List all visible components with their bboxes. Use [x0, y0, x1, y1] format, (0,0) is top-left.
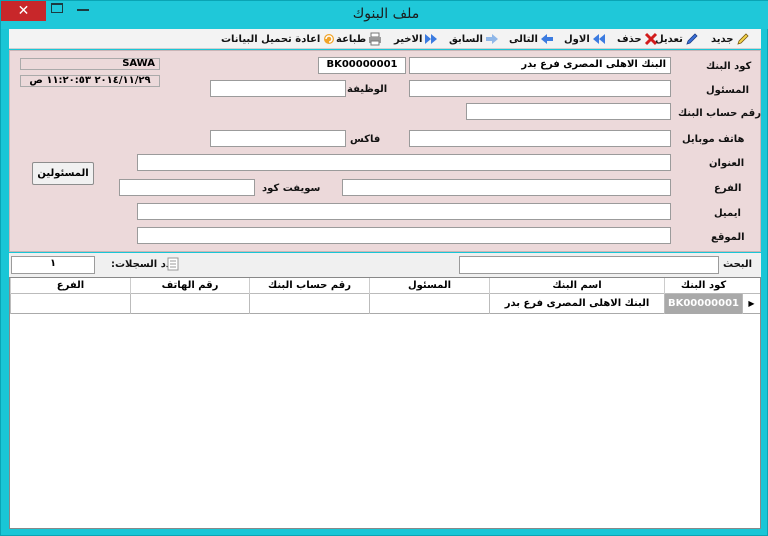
maximize-button[interactable] — [51, 3, 65, 15]
window-title: ملف البنوك — [352, 6, 420, 22]
website-label: الموقع — [711, 232, 745, 243]
next-button[interactable]: التالى — [509, 31, 554, 47]
branch-label: الفرع — [714, 183, 742, 194]
next-label: التالى — [509, 33, 538, 45]
search-bar: البحث عدد السجلات: ١ — [9, 253, 761, 277]
mobile-field[interactable] — [409, 130, 671, 147]
swift-label: سويفت كود — [262, 183, 321, 194]
account-no-field[interactable] — [466, 103, 671, 120]
manager-field[interactable] — [409, 80, 671, 97]
cell-account[interactable] — [249, 294, 369, 314]
first-label: الاول — [564, 33, 590, 45]
pencil-icon — [736, 33, 749, 45]
user-name: SAWA — [20, 58, 160, 70]
first-arrow-icon — [592, 34, 605, 44]
column-header[interactable]: المسئول — [369, 278, 489, 294]
reload-label: اعادة تحميل البيانات — [221, 33, 321, 45]
edit-button[interactable]: تعديل — [655, 31, 699, 47]
cell-bank-name[interactable]: البنك الاهلى المصرى فرع بدر — [489, 294, 664, 314]
column-header[interactable]: رقم حساب البنك — [249, 278, 369, 294]
website-field[interactable] — [137, 227, 671, 244]
app-window: ✕ ملف البنوك جديد تعديل حذف الاول التالى… — [0, 0, 768, 536]
grid-header: الفرع رقم الهاتف رقم حساب البنك المسئول … — [10, 278, 760, 294]
edit-label: تعديل — [655, 33, 683, 45]
mobile-label: هاتف موبايل — [682, 134, 745, 145]
address-field[interactable] — [137, 154, 671, 171]
fax-field[interactable] — [210, 130, 346, 147]
fax-label: فاكس — [350, 134, 381, 145]
title-bar: ✕ ملف البنوك — [1, 1, 768, 29]
print-label: طباعة — [336, 33, 367, 45]
reload-icon — [324, 34, 335, 44]
cell-phone[interactable] — [130, 294, 249, 314]
minimize-button[interactable] — [77, 9, 89, 11]
manager-label: المسئول — [706, 85, 750, 96]
new-label: جديد — [711, 33, 734, 45]
last-label: الاخير — [394, 33, 423, 45]
cell-branch[interactable] — [10, 294, 130, 314]
delete-label: حذف — [617, 33, 642, 45]
column-header[interactable]: رقم الهاتف — [130, 278, 249, 294]
bank-name-field[interactable]: البنك الاهلى المصرى فرع بدر — [409, 57, 671, 74]
last-button[interactable]: الاخير — [394, 31, 438, 47]
first-button[interactable]: الاول — [564, 31, 606, 47]
column-header[interactable]: الفرع — [10, 278, 130, 294]
printer-icon — [369, 32, 382, 46]
branch-field[interactable] — [342, 179, 671, 196]
previous-arrow-icon — [485, 34, 498, 44]
close-button[interactable]: ✕ — [1, 1, 46, 21]
swift-field[interactable] — [119, 179, 255, 196]
bank-form: SAWA ٢٠١٤/١١/٢٩ ١١:٢٠:٥٣ ص كود البنك الب… — [9, 50, 761, 252]
record-count-field: ١ — [11, 256, 95, 274]
address-label: العنوان — [709, 158, 745, 169]
column-header[interactable]: كود البنك — [664, 278, 742, 294]
previous-button[interactable]: السابق — [449, 31, 499, 47]
last-arrow-icon — [425, 34, 438, 44]
banks-grid[interactable]: الفرع رقم الهاتف رقم حساب البنك المسئول … — [9, 277, 761, 529]
edit-pen-icon — [686, 33, 698, 45]
date-time: ٢٠١٤/١١/٢٩ ١١:٢٠:٥٣ ص — [20, 75, 160, 87]
cell-bank-code[interactable]: BK00000001 — [664, 294, 742, 314]
reload-button[interactable]: اعادة تحميل البيانات — [221, 31, 336, 47]
email-label: ايميل — [714, 208, 741, 219]
column-header[interactable]: اسم البنك — [489, 278, 664, 294]
toolbar: جديد تعديل حذف الاول التالى السابق الاخي… — [9, 29, 761, 49]
new-button[interactable]: جديد — [711, 31, 750, 47]
job-label: الوظيفة — [347, 84, 388, 95]
email-field[interactable] — [137, 203, 671, 220]
account-no-label: رقم حساب البنك — [678, 108, 761, 119]
table-row[interactable]: البنك الاهلى المصرى فرع بدر BK00000001 ▶ — [10, 294, 760, 314]
next-arrow-icon — [540, 34, 553, 44]
bank-code-label: كود البنك — [706, 61, 752, 72]
job-field[interactable] — [210, 80, 346, 97]
delete-x-icon — [644, 32, 657, 46]
previous-label: السابق — [449, 33, 483, 45]
search-label: البحث — [723, 259, 753, 270]
document-icon — [167, 257, 179, 271]
maximize-icon — [51, 3, 63, 13]
print-button[interactable]: طباعة — [336, 31, 382, 47]
delete-button[interactable]: حذف — [617, 31, 658, 47]
managers-button[interactable]: المسئولين — [32, 162, 94, 185]
cell-manager[interactable] — [369, 294, 489, 314]
row-indicator-icon: ▶ — [742, 294, 760, 314]
bank-code-field[interactable]: BK00000001 — [318, 57, 406, 74]
search-input[interactable] — [459, 256, 719, 274]
